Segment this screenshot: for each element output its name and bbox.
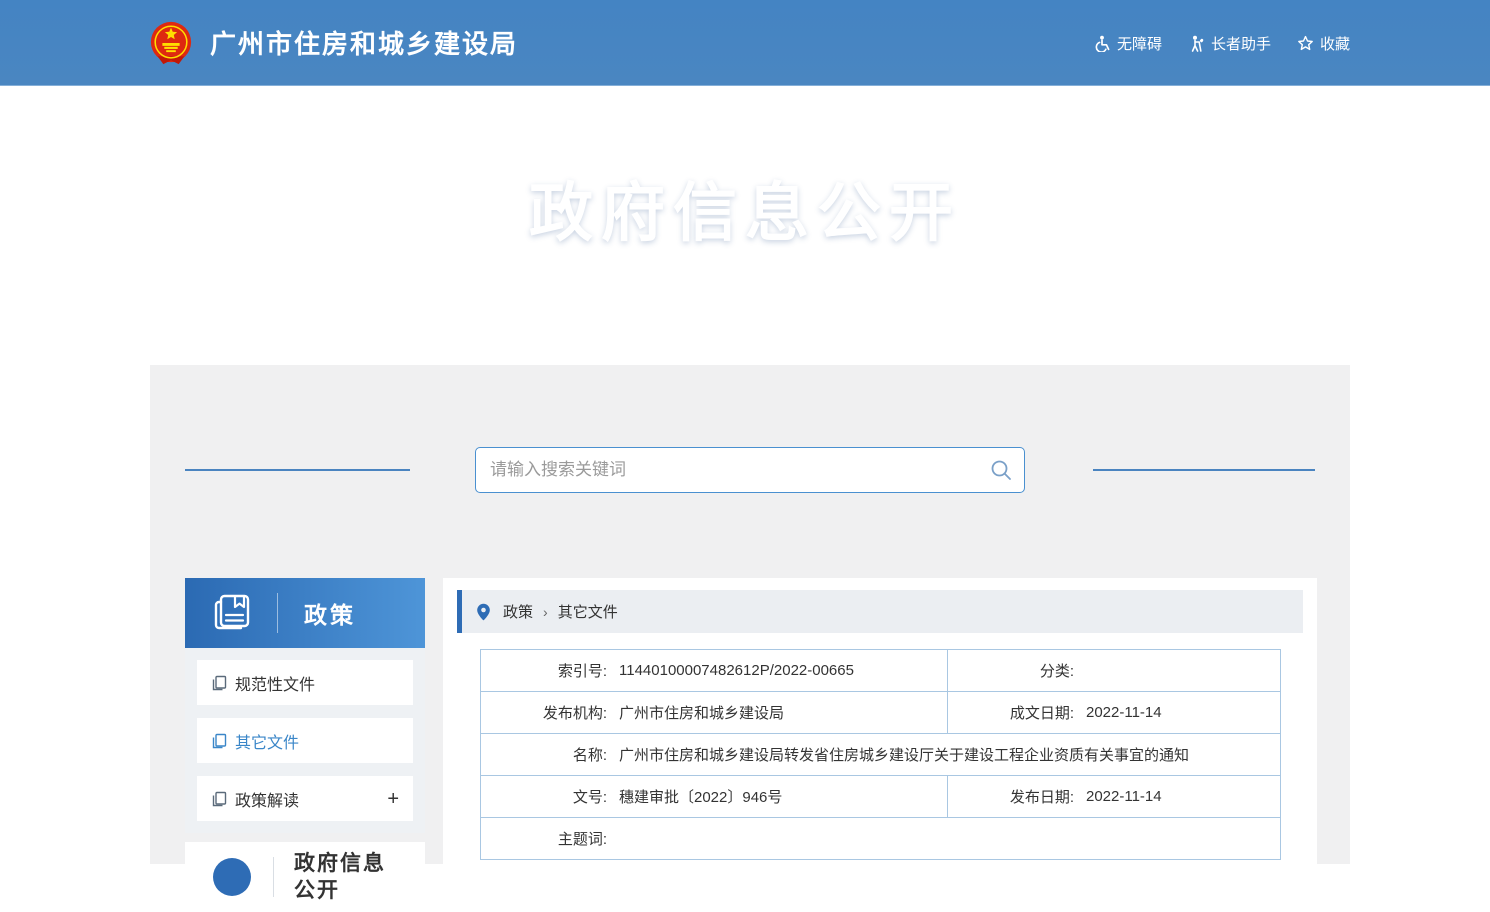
name-value: 广州市住房和城乡建设局转发省住房城乡建设厅关于建设工程企业资质有关事宜的通知: [619, 744, 1189, 765]
sidebar-item-label: 规范性文件: [235, 671, 315, 695]
sidebar-item-label: 其它文件: [235, 729, 299, 753]
topbar-links: 无障碍 长者助手 收藏: [1094, 0, 1350, 86]
right-decor-line: [1093, 469, 1315, 471]
date-published-label: 发布日期:: [948, 786, 1074, 807]
expand-plus-icon[interactable]: +: [387, 789, 399, 809]
breadcrumb: 政策 › 其它文件: [457, 590, 1303, 633]
agency-label: 发布机构:: [481, 702, 607, 723]
date-published-cell: 发布日期: 2022-11-14: [948, 776, 1281, 818]
doc-number-label: 文号:: [481, 786, 607, 807]
breadcrumb-separator: ›: [543, 604, 548, 620]
star-icon: [1297, 35, 1314, 52]
category-label: 分类:: [948, 660, 1074, 681]
sidebar-item-normative-files[interactable]: 规范性文件: [197, 660, 413, 705]
document-icon: [211, 675, 227, 691]
sidebar-menu: 规范性文件 其它文件 政策解读 +: [185, 648, 425, 833]
search-box: [475, 447, 1025, 493]
page-title: 政府信息公开: [0, 162, 1490, 254]
book-icon: [211, 592, 253, 634]
sidebar-section-gov-info-title: 政府信息公开: [294, 850, 394, 905]
sidebar-section-policy-title: 政策: [304, 596, 356, 630]
keywords-cell: 主题词:: [481, 818, 1281, 860]
name-cell: 名称: 广州市住房和城乡建设局转发省住房城乡建设厅关于建设工程企业资质有关事宜的…: [481, 734, 1281, 776]
site-title: 广州市住房和城乡建设局: [210, 24, 518, 61]
favorite-label: 收藏: [1320, 33, 1350, 54]
elder-helper-label: 长者助手: [1211, 33, 1271, 54]
keywords-label: 主题词:: [481, 828, 607, 849]
content-wrapper: 政策 规范性文件 其它文件 政策解读 +: [150, 365, 1350, 864]
date-written-cell: 成文日期: 2022-11-14: [948, 692, 1281, 734]
search-icon: [990, 459, 1012, 481]
breadcrumb-item-policy[interactable]: 政策: [503, 601, 533, 622]
location-pin-icon: [476, 603, 491, 621]
agency-value: 广州市住房和城乡建设局: [619, 702, 784, 723]
document-detail-table: 索引号: 11440100007482612P/2022-00665 分类: 发…: [480, 649, 1281, 860]
table-row: 文号: 穗建审批〔2022〕946号 发布日期: 2022-11-14: [481, 776, 1281, 818]
table-row: 索引号: 11440100007482612P/2022-00665 分类:: [481, 650, 1281, 692]
accessibility-link[interactable]: 无障碍: [1094, 33, 1162, 54]
date-written-value: 2022-11-14: [1086, 704, 1162, 721]
accessibility-label: 无障碍: [1117, 33, 1162, 54]
header-divider: [277, 593, 278, 633]
sidebar-item-label: 政策解读: [235, 787, 299, 811]
date-published-value: 2022-11-14: [1086, 788, 1162, 805]
category-cell: 分类:: [948, 650, 1281, 692]
elder-helper-link[interactable]: 长者助手: [1188, 33, 1271, 54]
sidebar: 政策 规范性文件 其它文件 政策解读 +: [185, 578, 425, 912]
agency-cell: 发布机构: 广州市住房和城乡建设局: [481, 692, 948, 734]
favorite-link[interactable]: 收藏: [1297, 33, 1350, 54]
name-label: 名称:: [481, 744, 607, 765]
doc-number-cell: 文号: 穗建审批〔2022〕946号: [481, 776, 948, 818]
search-button[interactable]: [978, 448, 1024, 492]
search-input[interactable]: [476, 460, 978, 480]
breadcrumb-item-other-files[interactable]: 其它文件: [558, 601, 618, 622]
table-row: 名称: 广州市住房和城乡建设局转发省住房城乡建设厅关于建设工程企业资质有关事宜的…: [481, 734, 1281, 776]
page-banner: 政府信息公开: [0, 87, 1490, 365]
sidebar-item-policy-interpretation[interactable]: 政策解读 +: [197, 776, 413, 821]
national-emblem-logo: [148, 20, 194, 66]
top-bar: 广州市住房和城乡建设局 无障碍 长者助手 收藏: [0, 0, 1490, 86]
table-row: 发布机构: 广州市住房和城乡建设局 成文日期: 2022-11-14: [481, 692, 1281, 734]
wheelchair-icon: [1094, 35, 1111, 52]
main-panel: 政策 › 其它文件 索引号: 11440100007482612P/2022-0…: [443, 578, 1317, 864]
sidebar-item-other-files[interactable]: 其它文件: [197, 718, 413, 763]
table-row: 主题词:: [481, 818, 1281, 860]
index-number-value: 11440100007482612P/2022-00665: [619, 662, 854, 679]
doc-number-value: 穗建审批〔2022〕946号: [619, 786, 782, 807]
index-number-cell: 索引号: 11440100007482612P/2022-00665: [481, 650, 948, 692]
header-divider: [273, 857, 274, 897]
search-section: [150, 447, 1350, 493]
date-written-label: 成文日期:: [948, 702, 1074, 723]
sidebar-section-gov-info[interactable]: 政府信息公开: [185, 842, 425, 912]
document-icon: [211, 733, 227, 749]
elder-icon: [1188, 35, 1205, 52]
left-decor-line: [185, 469, 410, 471]
index-number-label: 索引号:: [481, 660, 607, 681]
sidebar-section-policy[interactable]: 政策: [185, 578, 425, 648]
document-icon: [211, 791, 227, 807]
